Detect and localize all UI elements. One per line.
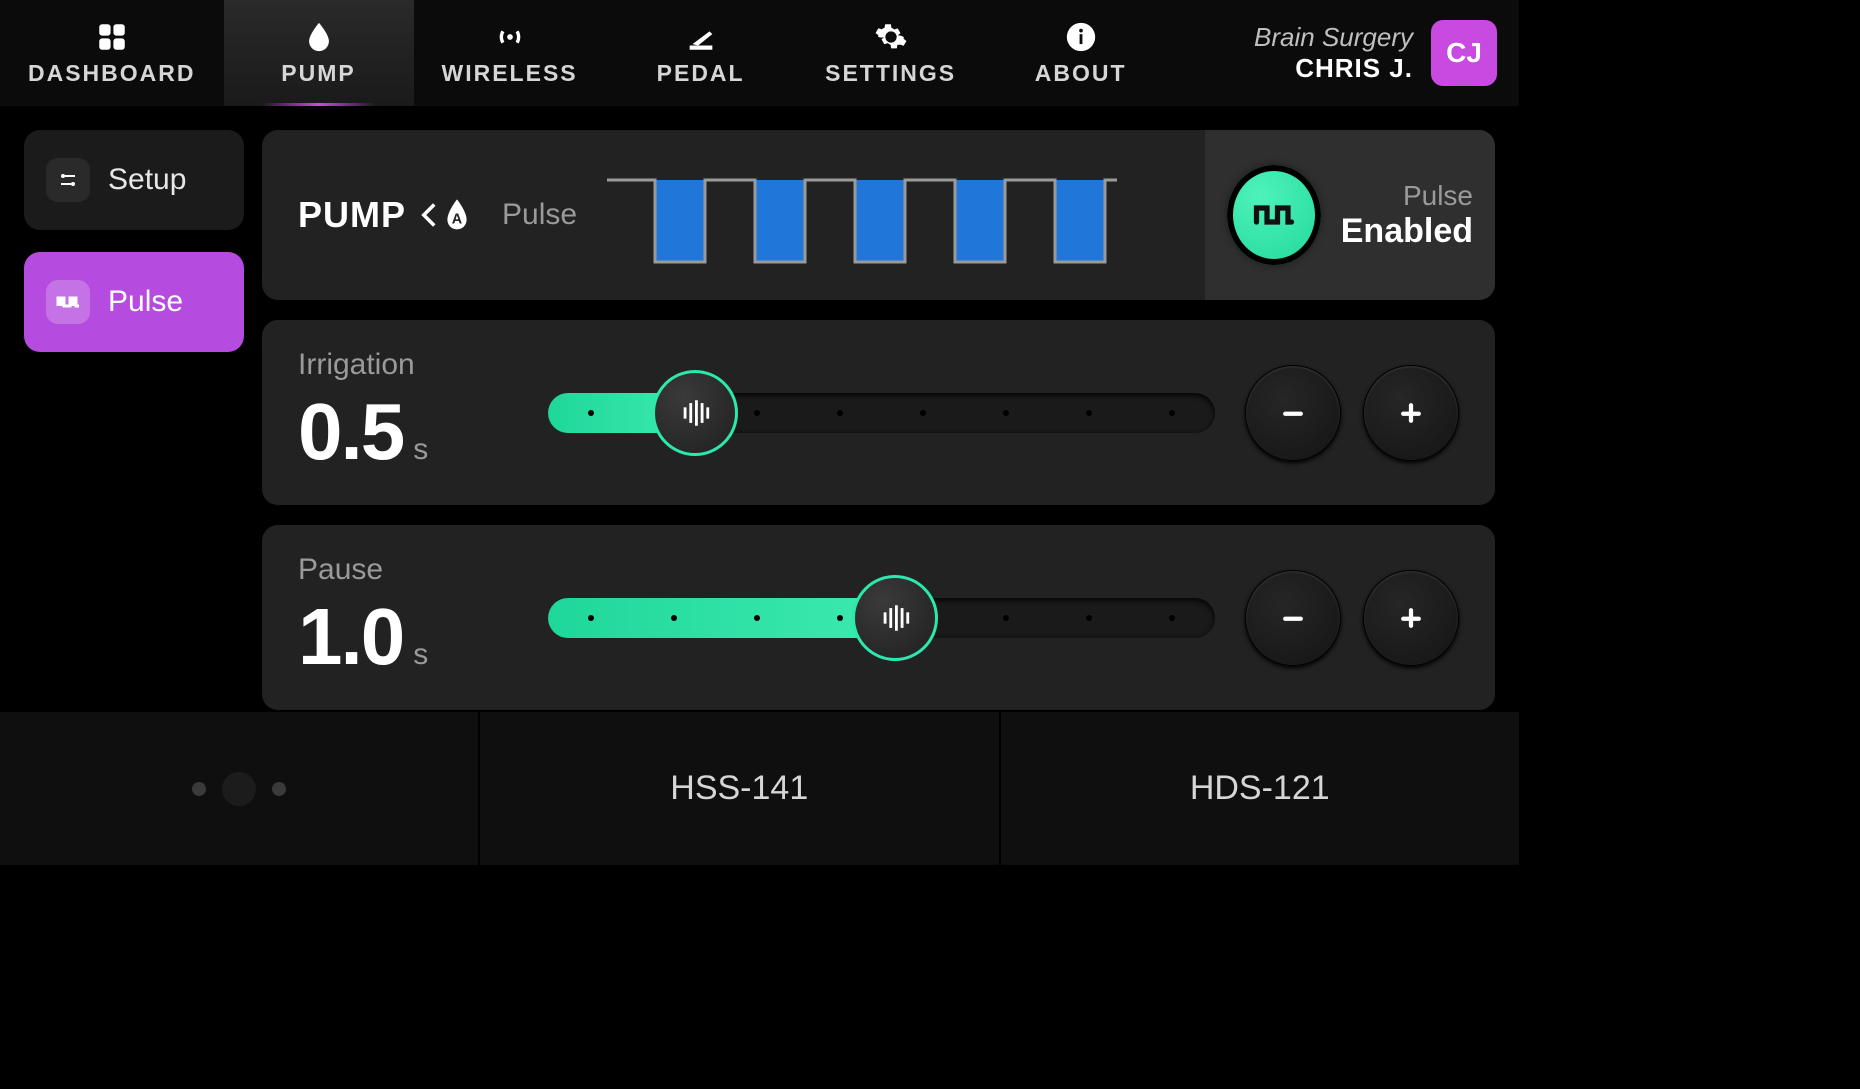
sidebar-item-label: Pulse [108, 285, 183, 319]
irrigation-panel: Irrigation 0.5 s [262, 320, 1495, 505]
footer-device-label: HSS-141 [670, 769, 808, 808]
nav-about[interactable]: ABOUT [986, 0, 1176, 106]
nav-label: PEDAL [657, 60, 745, 87]
footer-device-1[interactable]: HSS-141 [480, 712, 1001, 865]
nav-settings[interactable]: SETTINGS [796, 0, 986, 106]
footer-device-2[interactable]: HDS-121 [1001, 712, 1520, 865]
footer-device-label: HDS-121 [1190, 769, 1330, 808]
pulse-enable-toggle[interactable]: Pulse Enabled [1205, 130, 1495, 300]
irrigation-value: 0.5 [298, 386, 403, 478]
user-avatar[interactable]: CJ [1431, 20, 1497, 86]
irrigation-plus-button[interactable] [1363, 365, 1459, 461]
pump-mode: Pulse [502, 198, 577, 232]
pause-minus-button[interactable] [1245, 570, 1341, 666]
pump-header-panel: PUMP A Pulse [262, 130, 1495, 300]
pedal-icon [684, 20, 718, 54]
user-name: CHRIS J. [1254, 53, 1413, 84]
pause-label: Pause [298, 553, 518, 587]
pause-plus-button[interactable] [1363, 570, 1459, 666]
panels: PUMP A Pulse [262, 130, 1495, 710]
pause-unit: s [413, 638, 428, 672]
toggle-state: Enabled [1341, 212, 1473, 251]
pulse-icon [46, 280, 90, 324]
pulse-toggle-knob-icon [1227, 165, 1321, 265]
sidebar-item-setup[interactable]: Setup [24, 130, 244, 230]
nav-pedal[interactable]: PEDAL [606, 0, 796, 106]
pause-value: 1.0 [298, 591, 403, 683]
sidebar-item-label: Setup [108, 163, 186, 197]
nav-label: ABOUT [1035, 60, 1127, 87]
nav-label: DASHBOARD [28, 60, 196, 87]
nav-label: PUMP [281, 60, 355, 87]
slider-thumb-icon[interactable] [652, 370, 738, 456]
info-icon [1064, 20, 1098, 54]
pump-a-drop-icon: A [420, 197, 472, 233]
sidebar: Setup Pulse [24, 130, 244, 710]
gear-icon [874, 20, 908, 54]
pulse-wave-icon [607, 165, 1117, 265]
slider-thumb-icon[interactable] [852, 575, 938, 661]
nav-label: WIRELESS [442, 60, 578, 87]
svg-text:A: A [452, 211, 463, 227]
pause-slider[interactable] [548, 590, 1215, 646]
main-area: Setup Pulse PUMP A Pulse [0, 106, 1519, 710]
top-nav: DASHBOARD PUMP WIRELESS PEDAL SETTINGS A… [0, 0, 1519, 106]
user-block[interactable]: Brain Surgery CHRIS J. CJ [1254, 20, 1519, 86]
sidebar-item-pulse[interactable]: Pulse [24, 252, 244, 352]
irrigation-label: Irrigation [298, 348, 518, 382]
nav-wireless[interactable]: WIRELESS [414, 0, 606, 106]
irrigation-slider[interactable] [548, 385, 1215, 441]
nav-label: SETTINGS [825, 60, 956, 87]
dot-active-icon [222, 772, 256, 806]
dot-icon [192, 782, 206, 796]
wireless-icon [493, 20, 527, 54]
toggle-label: Pulse [1341, 180, 1473, 212]
irrigation-unit: s [413, 433, 428, 467]
dot-icon [272, 782, 286, 796]
irrigation-minus-button[interactable] [1245, 365, 1341, 461]
dashboard-icon [95, 20, 129, 54]
pump-title: PUMP [298, 194, 406, 236]
nav-dashboard[interactable]: DASHBOARD [0, 0, 224, 106]
footer: HSS-141 HDS-121 [0, 710, 1519, 865]
pause-panel: Pause 1.0 s [262, 525, 1495, 710]
nav-pump[interactable]: PUMP [224, 0, 414, 106]
sliders-icon [46, 158, 90, 202]
page-indicator[interactable] [0, 712, 480, 865]
user-context: Brain Surgery [1254, 22, 1413, 53]
drop-icon [302, 20, 336, 54]
